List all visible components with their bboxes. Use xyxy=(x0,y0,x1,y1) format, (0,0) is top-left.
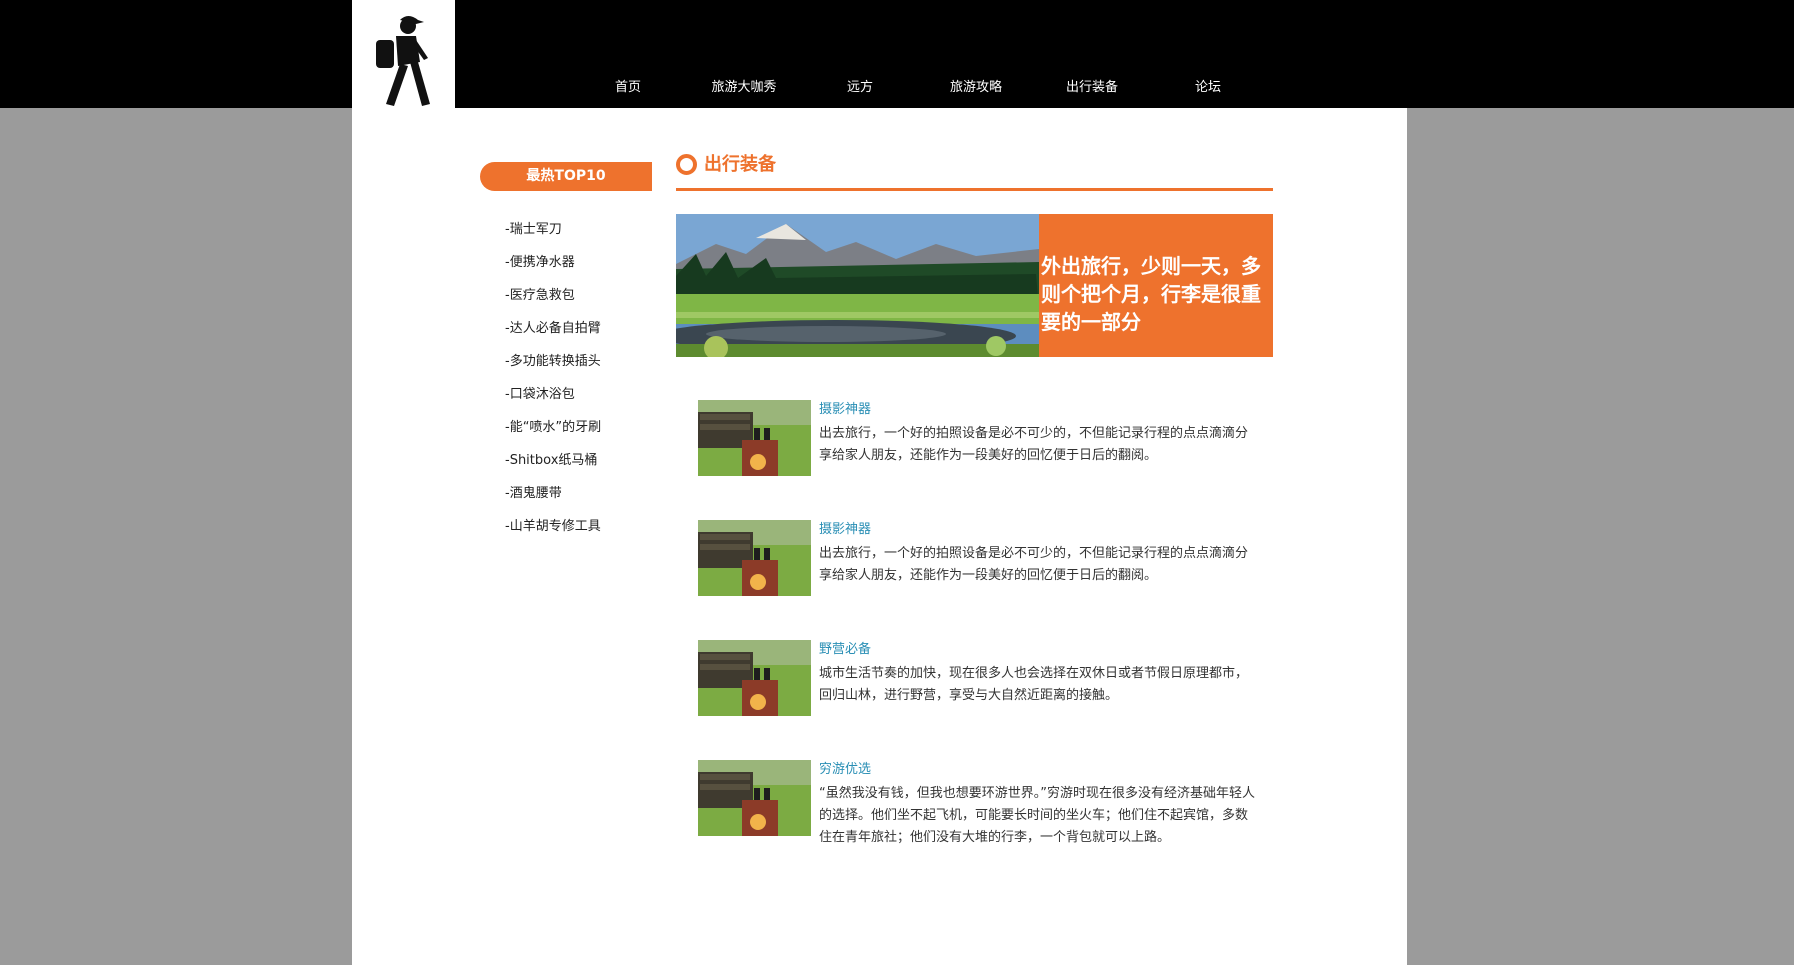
article-item: 野营必备 城市生活节奏的加快，现在很多人也会选择在双休日或者节假日原理都市，回归… xyxy=(698,640,1278,720)
nav-item-travel-guide[interactable]: 旅游攻略 xyxy=(918,76,1034,95)
sidebar-item[interactable]: -便携净水器 xyxy=(505,253,601,286)
article-title[interactable]: 穷游优选 xyxy=(819,760,871,780)
article-title[interactable]: 野营必备 xyxy=(819,640,871,660)
section-heading: 出行装备 xyxy=(676,154,1273,191)
sidebar-item[interactable]: -山羊胡专修工具 xyxy=(505,517,601,550)
article-thumbnail[interactable] xyxy=(698,520,811,596)
article-item: 摄影神器 出去旅行，一个好的拍照设备是必不可少的，不但能记录行程的点点滴滴分享给… xyxy=(698,520,1278,600)
article-item: 摄影神器 出去旅行，一个好的拍照设备是必不可少的，不但能记录行程的点点滴滴分享给… xyxy=(698,400,1278,480)
banner: 外出旅行，少则一天，多则个把个月，行李是很重要的一部分 xyxy=(676,214,1273,357)
article-body: 城市生活节奏的加快，现在很多人也会选择在双休日或者节假日原理都市，回归山林，进行… xyxy=(819,666,1249,703)
article-body: “虽然我没有钱，但我也想要环游世界。”穷游时现在很多没有经济基础年轻人的选择。他… xyxy=(819,786,1255,845)
main-nav: 首页 旅游大咖秀 远方 旅游攻略 出行装备 论坛 xyxy=(570,76,1266,95)
nav-item-travel-stars[interactable]: 旅游大咖秀 xyxy=(686,76,802,95)
sidebar-list: -瑞士军刀 -便携净水器 -医疗急救包 -达人必备自拍臂 -多功能转换插头 -口… xyxy=(505,220,601,550)
article-body: 出去旅行，一个好的拍照设备是必不可少的，不但能记录行程的点点滴滴分享给家人朋友，… xyxy=(819,546,1249,583)
article-thumbnail[interactable] xyxy=(698,760,811,836)
ring-icon xyxy=(676,154,697,175)
sidebar-item[interactable]: -达人必备自拍臂 xyxy=(505,319,601,352)
article-title[interactable]: 摄影神器 xyxy=(819,400,871,420)
nav-item-forum[interactable]: 论坛 xyxy=(1150,76,1266,95)
landscape-image xyxy=(676,214,1039,357)
article-body: 出去旅行，一个好的拍照设备是必不可少的，不但能记录行程的点点滴滴分享给家人朋友，… xyxy=(819,426,1249,463)
sidebar-item[interactable]: -口袋沐浴包 xyxy=(505,385,601,418)
sidebar-item[interactable]: -Shitbox纸马桶 xyxy=(505,451,601,484)
article-item: 穷游优选 “虽然我没有钱，但我也想要环游世界。”穷游时现在很多没有经济基础年轻人… xyxy=(698,760,1278,845)
sidebar-item[interactable]: -瑞士军刀 xyxy=(505,220,601,253)
hiker-icon xyxy=(376,16,430,106)
article-title[interactable]: 摄影神器 xyxy=(819,520,871,540)
banner-text: 外出旅行，少则一天，多则个把个月，行李是很重要的一部分 xyxy=(1039,214,1273,357)
section-title: 出行装备 xyxy=(704,154,776,175)
sidebar-item[interactable]: -医疗急救包 xyxy=(505,286,601,319)
nav-item-distance[interactable]: 远方 xyxy=(802,76,918,95)
article-thumbnail[interactable] xyxy=(698,400,811,476)
sidebar-item[interactable]: -酒鬼腰带 xyxy=(505,484,601,517)
article-thumbnail[interactable] xyxy=(698,640,811,716)
nav-item-home[interactable]: 首页 xyxy=(570,76,686,95)
sidebar-item[interactable]: -能“喷水”的牙刷 xyxy=(505,418,601,451)
sidebar-title: 最热TOP10 xyxy=(480,162,652,191)
nav-item-gear[interactable]: 出行装备 xyxy=(1034,76,1150,95)
site-logo[interactable] xyxy=(352,0,455,108)
sidebar-item[interactable]: -多功能转换插头 xyxy=(505,352,601,385)
